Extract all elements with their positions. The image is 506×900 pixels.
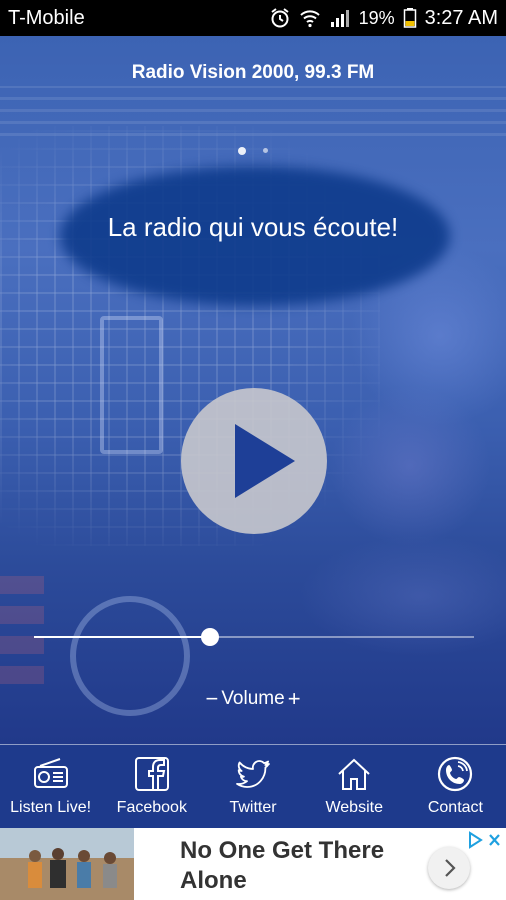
bottom-tab-bar: Listen Live! Facebook Twitter Website Co… (0, 744, 506, 829)
tab-website[interactable]: Website (304, 745, 405, 829)
ad-banner[interactable]: No One Get There Alone (0, 828, 506, 900)
clock: 3:27 AM (424, 6, 498, 29)
twitter-icon (236, 760, 270, 788)
play-button[interactable] (181, 388, 327, 534)
volume-control: − Volume + (0, 686, 506, 712)
tab-label: Website (325, 799, 383, 816)
volume-up-button[interactable]: + (285, 686, 304, 712)
tagline: La radio qui vous écoute! (107, 212, 399, 242)
page-dot[interactable] (262, 148, 268, 154)
volume-slider-fill (34, 636, 210, 638)
tab-label: Contact (427, 799, 483, 816)
tab-twitter[interactable]: Twitter (202, 745, 303, 829)
facebook-icon (134, 757, 169, 791)
tab-label: Facebook (116, 799, 187, 816)
station-title: Radio Vision 2000, 99.3 FM (131, 62, 375, 83)
ad-image[interactable] (0, 828, 134, 900)
battery-icon (403, 7, 417, 29)
status-bar: T-Mobile 19% 3:27 AM (0, 0, 506, 36)
carrier-label: T-Mobile (8, 6, 85, 29)
background-radio-slot (100, 316, 163, 454)
ad-headline[interactable]: No One Get There Alone (180, 836, 410, 896)
page-dot-active[interactable] (238, 146, 247, 155)
volume-slider[interactable] (34, 628, 474, 646)
tab-label: Twitter (229, 799, 277, 816)
adchoices-icon[interactable] (466, 830, 504, 850)
signal-icon (329, 7, 351, 29)
wifi-icon (299, 7, 321, 29)
play-icon (235, 424, 295, 498)
player-screen: Radio Vision 2000, 99.3 FM La radio qui … (0, 36, 506, 744)
chevron-right-icon (445, 859, 456, 877)
battery-percent: 19% (358, 7, 395, 28)
volume-slider-thumb[interactable] (201, 628, 219, 646)
home-icon (338, 758, 370, 790)
status-icons: 19% 3:27 AM (269, 7, 498, 30)
alarm-icon (269, 7, 291, 29)
tab-contact[interactable]: Contact (405, 745, 506, 829)
tab-facebook[interactable]: Facebook (101, 745, 202, 829)
tab-listen-live[interactable]: Listen Live! (0, 745, 101, 829)
ad-next-button[interactable] (428, 847, 470, 889)
background-radio-panel (0, 576, 44, 736)
radio-icon (33, 758, 68, 788)
tab-label: Listen Live! (10, 799, 92, 816)
phone-icon (438, 756, 473, 792)
volume-label: Volume (221, 688, 285, 709)
volume-down-button[interactable]: − (202, 686, 221, 712)
page-indicator (0, 142, 506, 160)
